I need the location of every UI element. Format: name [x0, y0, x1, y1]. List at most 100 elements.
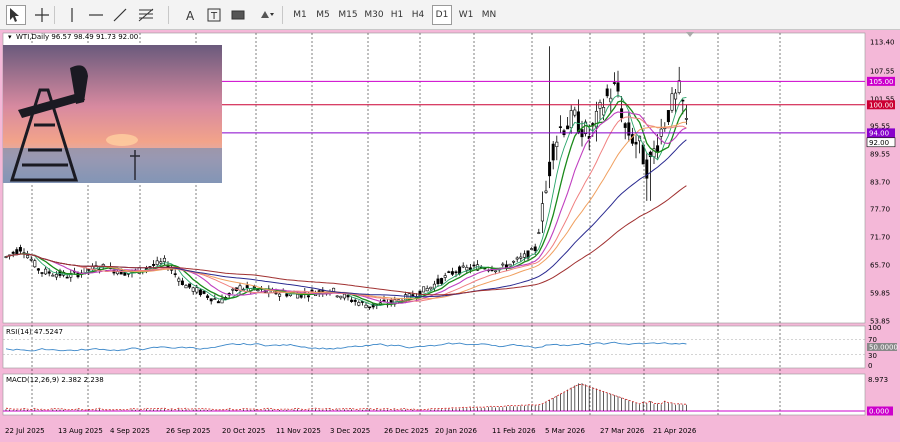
date-axis-label: 27 Mar 2026 [600, 427, 645, 435]
candle-body [310, 289, 314, 292]
rsi-panel[interactable] [2, 325, 866, 369]
candle-body [87, 268, 91, 271]
chart-canvas[interactable]: 113.40107.55101.5595.5589.5583.7077.7071… [0, 30, 900, 442]
macd-panel[interactable] [2, 373, 866, 416]
candle-body [472, 264, 476, 267]
candle-body [209, 298, 213, 302]
candle-body [339, 295, 343, 299]
price-axis-label: 71.70 [870, 234, 890, 242]
candle-body [11, 251, 15, 254]
price-label-text: 100.00 [869, 101, 894, 109]
fibonacci-tool[interactable] [136, 5, 156, 25]
price-axis-label: 77.70 [870, 206, 890, 214]
price-axis-label: 107.55 [870, 68, 895, 76]
candle-body [461, 265, 465, 268]
candle-body [173, 273, 177, 275]
date-axis-label: 11 Feb 2026 [492, 427, 536, 435]
candle-body [450, 271, 454, 275]
candle-body [180, 280, 184, 286]
candle-body [350, 299, 354, 302]
date-axis-label: 26 Dec 2025 [384, 427, 429, 435]
candle-body [447, 271, 451, 273]
candle-body [65, 276, 69, 279]
candle-body [558, 126, 562, 128]
candle-body [555, 141, 559, 147]
candle-body [465, 267, 469, 271]
price-label-text: 92.00 [869, 139, 889, 147]
candle-body [364, 304, 368, 309]
candle-body [674, 92, 678, 100]
vertical-line-tool[interactable] [62, 5, 82, 25]
candle-body [443, 275, 447, 278]
candle-body [566, 125, 570, 130]
candle-body [44, 268, 48, 275]
toolbar-separator [168, 6, 169, 24]
svg-text:A: A [186, 9, 195, 23]
candle-body [656, 145, 660, 152]
timeframe-mn[interactable]: MN [479, 5, 499, 25]
price-label-text: 94.00 [869, 129, 889, 137]
toolbar-separator [54, 6, 55, 24]
date-axis-label: 5 Mar 2026 [545, 427, 585, 435]
timeframe-h1[interactable]: H1 [387, 5, 407, 25]
candle-body [101, 264, 105, 267]
shapes-tool[interactable] [254, 5, 280, 25]
timeframe-m30[interactable]: M30 [362, 5, 386, 25]
candle-body [544, 190, 548, 193]
text-label-icon: T [207, 8, 221, 22]
candle-body [522, 253, 526, 258]
candle-body [285, 293, 289, 297]
text-tool[interactable]: A [180, 5, 200, 25]
candle-body [627, 122, 631, 136]
crosshair-tool[interactable] [32, 5, 52, 25]
candle-body [537, 232, 541, 234]
candle-body [508, 263, 512, 267]
timeframe-m15[interactable]: M15 [336, 5, 360, 25]
candle-body [231, 288, 235, 291]
chart-area[interactable]: 113.40 107.55 101.55 95.55 89.55 83.70 77.70 71… [0, 30, 900, 442]
chart-header: WTI,Daily 96.57 98.49 91.73 92.00 [16, 33, 138, 41]
candle-body [162, 257, 166, 262]
timeframe-m5[interactable]: M5 [313, 5, 333, 25]
candle-body [296, 294, 300, 299]
horizontal-line-tool[interactable] [86, 5, 106, 25]
candle-body [666, 110, 670, 123]
candle-body [15, 249, 19, 255]
candle-body [342, 293, 346, 299]
timeframe-m1[interactable]: M1 [290, 5, 310, 25]
candle-body [346, 295, 350, 298]
timeframe-d1[interactable]: D1 [432, 5, 452, 25]
candle-body [152, 264, 156, 266]
candle-body [353, 299, 357, 302]
candle-body [429, 286, 433, 290]
shapes-dropdown-icon [261, 11, 274, 18]
timeframe-w1[interactable]: W1 [456, 5, 476, 25]
candle-body [29, 258, 33, 261]
crosshair-icon [35, 8, 49, 22]
candle-body [501, 263, 505, 266]
candle-body [677, 80, 681, 93]
vertical-line-icon [71, 8, 73, 22]
candle-body [436, 278, 440, 285]
candle-body [368, 306, 372, 309]
date-axis-label: 22 Jul 2025 [5, 427, 45, 435]
date-axis-label: 26 Sep 2025 [166, 427, 210, 435]
candle-body [191, 287, 195, 292]
arrow-cursor-icon [10, 8, 19, 22]
rectangle-tool[interactable] [228, 5, 248, 25]
candle-body [616, 82, 620, 92]
candle-body [641, 144, 645, 165]
timeframe-h4[interactable]: H4 [408, 5, 428, 25]
text-label-tool[interactable]: T [204, 5, 224, 25]
candle-body [440, 278, 444, 284]
cursor-tool[interactable] [6, 5, 26, 25]
candle-body [184, 285, 188, 289]
candle-body [116, 271, 120, 275]
candle-body [188, 283, 192, 288]
price-label-text: 105.00 [869, 78, 894, 86]
candle-body [332, 287, 336, 292]
candle-body [573, 109, 577, 116]
candle-body [569, 110, 573, 129]
candle-body [623, 123, 627, 128]
trendline-tool[interactable] [110, 5, 130, 25]
